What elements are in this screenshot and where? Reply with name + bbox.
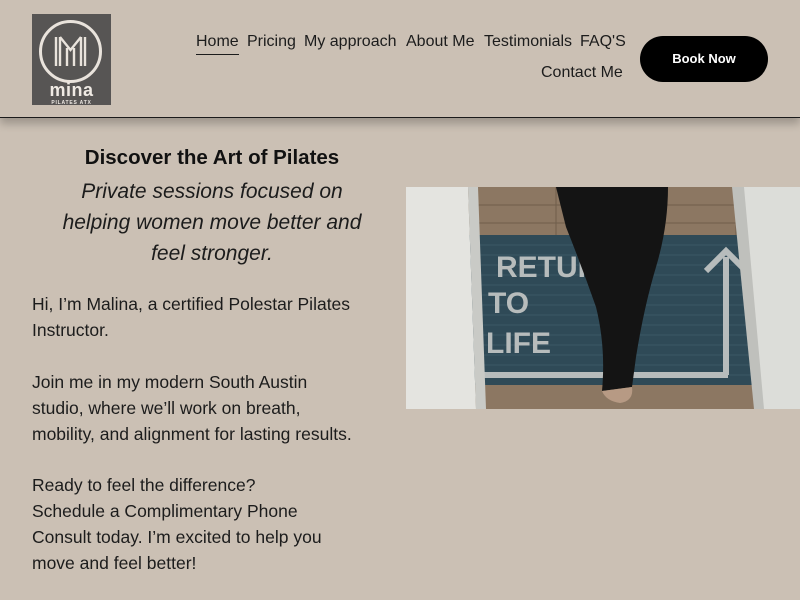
paragraph-line: studio, where we’ll work on breath,	[32, 398, 301, 418]
hero-subtitle: Private sessions focused on helping wome…	[32, 176, 392, 269]
hero-subtitle-line: helping women move better and	[62, 211, 362, 234]
nav-home[interactable]: Home	[196, 33, 239, 55]
paragraph-line: Join me in my modern South Austin	[32, 372, 308, 392]
nav-about-me[interactable]: About Me	[406, 33, 474, 51]
paragraph-line: Consult today. I’m excited to help you	[32, 527, 322, 547]
mat-text: TO	[488, 287, 529, 320]
paragraph-line: Ready to feel the difference?	[32, 475, 256, 495]
nav-my-approach[interactable]: My approach	[304, 33, 397, 51]
intro-paragraph: Hi, I’m Malina, a certified Polestar Pil…	[32, 291, 402, 343]
logo-wordmark: mina	[49, 80, 94, 100]
logo-emblem-icon	[39, 20, 102, 83]
nav-contact-me[interactable]: Contact Me	[541, 64, 623, 82]
site-header: mina PILATES ATX Home Pricing My approac…	[0, 0, 800, 118]
paragraph-line: move and feel better!	[32, 553, 197, 573]
paragraph-line: Instructor.	[32, 320, 109, 340]
mat-text: LIFE	[486, 327, 551, 360]
paragraph-line: Schedule a Complimentary Phone	[32, 501, 298, 521]
cta-paragraph: Ready to feel the difference? Schedule a…	[32, 472, 402, 576]
brand-logo[interactable]: mina PILATES ATX	[32, 14, 111, 106]
studio-paragraph: Join me in my modern South Austin studio…	[32, 369, 402, 447]
book-now-button[interactable]: Book Now	[640, 36, 768, 82]
paragraph-line: Hi, I’m Malina, a certified Polestar Pil…	[32, 294, 351, 314]
hero-subtitle-line: feel stronger.	[151, 242, 273, 265]
nav-faqs[interactable]: FAQ'S	[580, 33, 626, 51]
hero-photo: RETURN TO LIFE	[406, 187, 800, 409]
hero-subtitle-line: Private sessions focused on	[81, 180, 343, 203]
hero-title: Discover the Art of Pilates	[84, 146, 340, 169]
logo-tagline: PILATES ATX	[51, 100, 92, 106]
nav-testimonials[interactable]: Testimonials	[484, 33, 572, 51]
paragraph-line: mobility, and alignment for lasting resu…	[32, 424, 352, 444]
nav-pricing[interactable]: Pricing	[247, 33, 296, 51]
